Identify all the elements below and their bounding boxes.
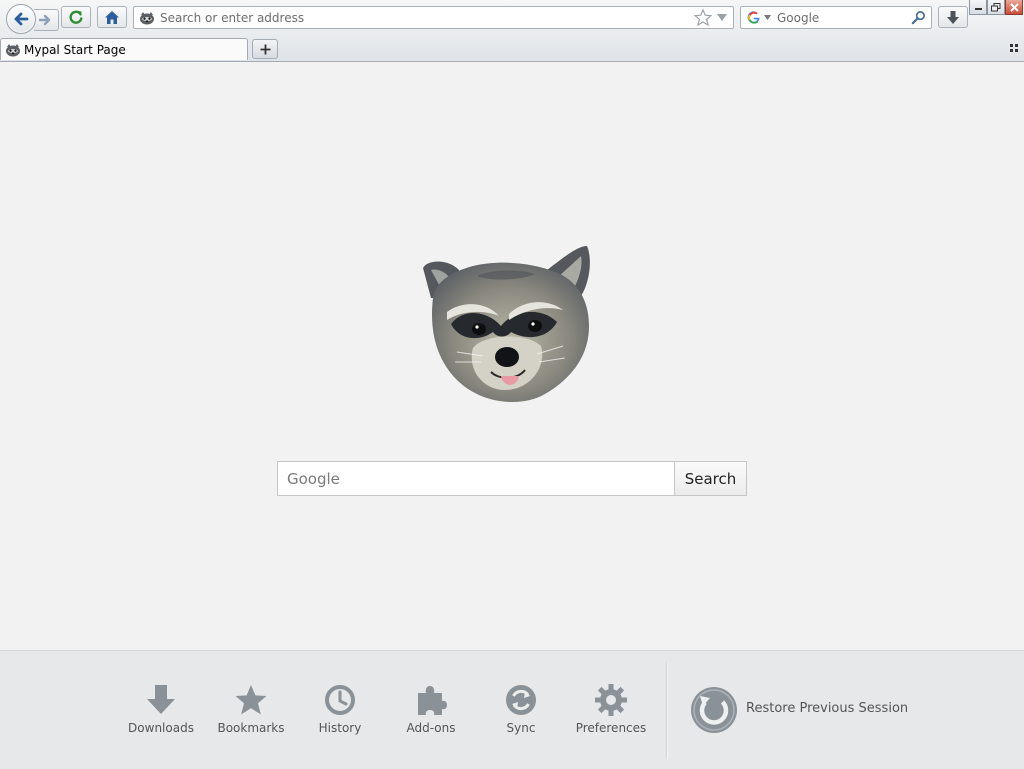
window-controls: [969, 0, 1023, 16]
launcher-label: Add-ons: [406, 721, 456, 735]
forward-button[interactable]: [34, 9, 59, 31]
gear-icon: [595, 684, 627, 716]
address-input[interactable]: [160, 10, 680, 26]
home-button[interactable]: [97, 6, 127, 28]
launcher-sync[interactable]: Sync: [481, 683, 561, 743]
tab-favicon-icon: [6, 44, 20, 57]
google-logo-icon[interactable]: [746, 10, 761, 25]
restore-session-label: Restore Previous Session: [746, 701, 909, 716]
new-tab-button[interactable]: [252, 39, 278, 59]
back-arrow-icon: [14, 12, 29, 26]
forward-arrow-icon: [39, 14, 51, 26]
sync-icon: [506, 685, 536, 715]
site-identity-icon: [140, 12, 154, 25]
launcher-label: Downloads: [128, 721, 194, 735]
launcher-label: Bookmarks: [217, 721, 285, 735]
maximize-button[interactable]: [987, 0, 1005, 15]
back-button[interactable]: [6, 4, 36, 34]
search-engine-bar[interactable]: [740, 6, 932, 29]
close-icon: [1009, 2, 1019, 12]
search-button[interactable]: Search: [674, 461, 747, 496]
launcher-preferences[interactable]: Preferences: [571, 683, 651, 743]
minimize-button[interactable]: [969, 0, 987, 15]
downloads-button[interactable]: [938, 6, 968, 28]
launcher-history[interactable]: History: [300, 683, 380, 743]
raccoon-logo: [423, 246, 590, 403]
start-page: Search: [0, 62, 1024, 650]
restore-window-icon: [991, 2, 1001, 11]
launcher-downloads[interactable]: Downloads: [121, 683, 201, 743]
tab-title: Mypal Start Page: [24, 43, 126, 57]
puzzle-icon: [418, 686, 447, 715]
address-bar[interactable]: [133, 6, 734, 29]
restore-session-button[interactable]: Restore Previous Session: [690, 686, 920, 734]
launcher-bookmarks[interactable]: Bookmarks: [211, 683, 291, 743]
search-engine-input[interactable]: [777, 10, 907, 26]
close-window-button[interactable]: [1005, 0, 1023, 15]
navigation-toolbar: [0, 0, 1024, 36]
launcher-addons[interactable]: Add-ons: [391, 683, 471, 743]
web-search-form: Search: [277, 461, 747, 496]
launcher-label: Preferences: [575, 721, 647, 735]
history-dropdown-icon[interactable]: [717, 14, 727, 21]
search-input[interactable]: [277, 461, 675, 496]
restore-session-icon: [691, 687, 737, 733]
reload-button[interactable]: [61, 6, 91, 28]
launcher-label: Sync: [506, 721, 536, 735]
tab-strip: Mypal Start Page: [0, 36, 1024, 62]
tab-mypal-start-page[interactable]: Mypal Start Page: [0, 38, 248, 60]
star-icon: [235, 685, 267, 715]
bookmark-star-icon[interactable]: [694, 9, 712, 26]
launcher-divider: [666, 663, 667, 759]
reload-icon: [69, 10, 83, 24]
list-all-tabs-icon[interactable]: [1010, 44, 1018, 52]
download-arrow-icon: [147, 685, 175, 714]
magnifier-icon[interactable]: [911, 10, 926, 25]
download-arrow-icon: [947, 10, 959, 24]
home-icon: [105, 10, 119, 24]
launcher-bar: Downloads Bookmarks History Add-ons Sync: [0, 650, 1024, 769]
launcher-label: History: [318, 721, 362, 735]
clock-icon: [325, 685, 355, 715]
engine-dropdown-icon[interactable]: [764, 15, 771, 20]
plus-icon: [260, 44, 270, 54]
minimize-icon: [974, 8, 982, 10]
